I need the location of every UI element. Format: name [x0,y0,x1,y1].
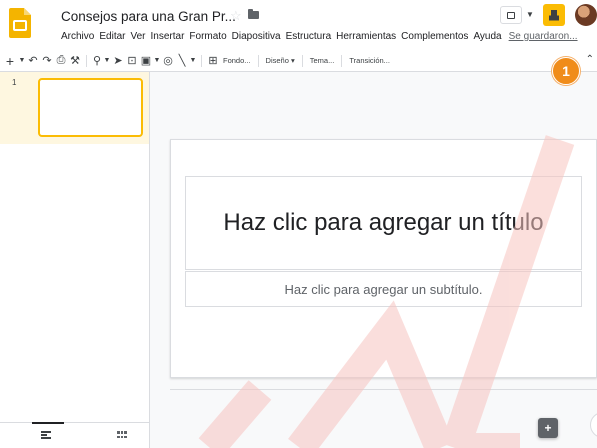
title-placeholder[interactable]: Haz clic para agregar un título [185,176,582,270]
avatar[interactable] [575,4,597,26]
menu-formato[interactable]: Formato [189,31,230,42]
toolbar-divider [301,54,303,67]
menu-ver[interactable]: Ver [130,31,149,42]
image-icon[interactable]: ▣ [139,52,153,70]
toolbar: + ▼ ↶ ↷ ⎙ ⚒ ⚲ ▼ ➤ ⊡ ▣ ▼ ◎ ╲ ▼ ⊞ Fondo...… [0,50,597,72]
undo-icon[interactable]: ↶ [26,52,40,70]
toolbar-divider [257,54,259,67]
present-icon [507,11,515,19]
menu-estructura[interactable]: Estructura [286,31,336,42]
menu-editar[interactable]: Editar [99,31,129,42]
slide[interactable]: Haz clic para agregar un título Haz clic… [170,139,597,378]
grid-view-icon[interactable] [117,431,127,439]
line-dropdown-icon[interactable]: ▼ [189,52,197,70]
print-icon[interactable]: ⎙ [54,52,68,70]
shape-icon[interactable]: ◎ [161,52,175,70]
speaker-notes-divider[interactable] [170,389,597,390]
side-panel-toggle[interactable] [590,412,597,438]
zoom-dropdown-icon[interactable]: ▼ [103,52,111,70]
star-icon[interactable]: ☆ [230,8,242,24]
add-comment-icon[interactable]: ⊞ [206,52,220,70]
background-button[interactable]: Fondo... [220,56,254,65]
menu-ayuda[interactable]: Ayuda [473,31,505,42]
explore-icon: + [544,421,552,435]
menu-herramientas[interactable]: Herramientas [336,31,400,42]
highlighted-share-button[interactable] [543,4,565,26]
view-switcher [0,422,149,448]
image-dropdown-icon[interactable]: ▼ [153,52,161,70]
filmstrip-slide[interactable]: 1 [0,72,149,144]
menu-insertar[interactable]: Insertar [151,31,189,42]
toolbar-divider [201,54,202,67]
toolbar-divider [86,54,87,67]
zoom-icon[interactable]: ⚲ [91,52,103,70]
toolbar-divider [341,54,343,67]
present-dropdown-icon[interactable]: ▼ [526,10,534,19]
menu-complementos[interactable]: Complementos [401,31,472,42]
menu-bar: Archivo Editar Ver Insertar Formato Diap… [61,31,578,42]
new-slide-dropdown-icon[interactable]: ▼ [18,52,26,70]
theme-button[interactable]: Tema... [307,56,338,65]
paint-format-icon[interactable]: ⚒ [68,52,82,70]
slide-number: 1 [12,78,17,87]
save-status-link[interactable]: Se guardaron... [509,31,578,42]
slides-app: Consejos para una Gran Pr... ☆ Archivo E… [0,0,597,448]
text-box-icon[interactable]: ⊡ [125,52,139,70]
filmstrip-panel: 1 [0,72,150,448]
document-title[interactable]: Consejos para una Gran Pr... [61,9,236,24]
line-icon[interactable]: ╲ [175,52,189,70]
folder-icon[interactable] [248,9,259,19]
collapse-chevron-icon[interactable]: ⌃ [586,54,594,65]
redo-icon[interactable]: ↷ [40,52,54,70]
app-header: Consejos para una Gran Pr... ☆ Archivo E… [0,0,597,50]
share-icon [549,9,559,21]
select-cursor-icon[interactable]: ➤ [111,52,125,70]
step-badge: 1 [552,57,580,85]
slide-canvas: Haz clic para agregar un título Haz clic… [150,72,597,448]
slide-thumbnail[interactable] [38,78,143,137]
explore-button[interactable]: + [538,418,558,438]
filmstrip-view-icon[interactable] [41,431,51,439]
new-slide-icon[interactable]: + [2,52,18,70]
layout-button[interactable]: Diseño ▾ [263,56,298,65]
active-view-indicator [32,422,64,424]
present-button[interactable] [500,6,522,24]
menu-diapositiva[interactable]: Diapositiva [232,31,285,42]
transition-button[interactable]: Transición... [346,56,393,65]
slides-logo-icon[interactable] [9,8,31,38]
menu-archivo[interactable]: Archivo [61,31,98,42]
subtitle-placeholder[interactable]: Haz clic para agregar un subtítulo. [185,271,582,307]
layout-label: Diseño [265,56,289,65]
